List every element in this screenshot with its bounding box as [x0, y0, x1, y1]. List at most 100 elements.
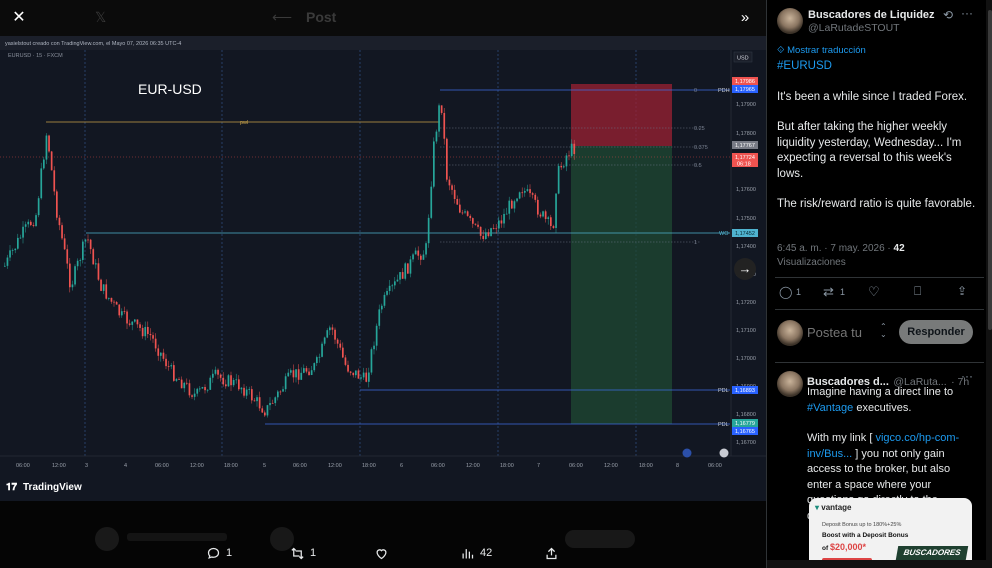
avatar[interactable] [777, 8, 803, 34]
candle-body [526, 189, 529, 191]
flag-icon[interactable] [719, 448, 729, 458]
candle-body [61, 225, 63, 239]
hashtag-link[interactable]: #EURUSD [777, 59, 977, 75]
reset-icon[interactable] [682, 448, 692, 458]
repost-icon[interactable]: ⇄ [823, 284, 834, 300]
candle-body [251, 389, 253, 401]
candle-body [79, 259, 82, 261]
candle-body [24, 224, 27, 227]
candle-body [157, 348, 160, 356]
price-tick-label: 1,17500 [736, 216, 756, 222]
price-tick-label: 1,17000 [736, 356, 756, 362]
candle-body [365, 372, 368, 382]
time-tick-label: 12:00 [466, 463, 480, 469]
candle-body [407, 263, 409, 274]
grok-refresh-icon[interactable]: ⟲ [943, 8, 953, 22]
reply-input[interactable] [807, 322, 877, 342]
share-icon[interactable]: ⇪ [957, 284, 967, 298]
candle-body [76, 260, 79, 267]
chart-svg: yasielstout creado con TradingView.com, … [0, 36, 766, 501]
share-action[interactable] [544, 540, 559, 566]
candle-body [555, 193, 557, 228]
candle-body [222, 377, 225, 385]
candle-body [565, 155, 568, 167]
more-options-icon[interactable]: ··· [961, 6, 973, 20]
heart-icon[interactable]: ♡ [868, 284, 880, 300]
candle-body [308, 371, 310, 376]
candle-body [430, 186, 433, 218]
candle-body [14, 248, 17, 251]
sidebar-reply-count: 1 [796, 287, 802, 297]
candle-body [266, 405, 269, 416]
candle-body [357, 370, 360, 379]
sidebar-scroll-thumb[interactable] [988, 10, 992, 330]
reply-avatar[interactable] [777, 371, 803, 397]
time-tick-label: 8 [676, 463, 679, 469]
reply-button[interactable]: Responder [899, 320, 973, 344]
price-tick-label: 1,16700 [736, 440, 756, 446]
arrow-right-icon[interactable]: → [734, 258, 756, 280]
candle-body [22, 226, 24, 238]
candle-body [490, 228, 492, 237]
vantage-ad-card[interactable]: ▾ vantage Deposit Bonus up to 180%+25% B… [809, 498, 972, 568]
candle-body [557, 165, 560, 194]
reply-more-options-icon[interactable]: ··· [961, 369, 973, 383]
candle-body [404, 263, 407, 279]
candle-body [544, 211, 547, 219]
horizontal-scrollbar[interactable] [767, 560, 986, 568]
candle-body [232, 379, 235, 386]
candle-body [217, 369, 219, 375]
views-count: 42 [480, 547, 493, 559]
candle-body [290, 370, 292, 373]
candle-body [167, 366, 170, 367]
candle-body [531, 193, 534, 195]
reply-icon[interactable]: ◯ [779, 285, 792, 299]
author-name[interactable]: Buscadores de Liquidez [808, 9, 935, 21]
candle-body [193, 393, 196, 397]
close-icon[interactable]: ✕ [8, 7, 30, 29]
bookmark-icon[interactable]: ⎕ [914, 284, 921, 299]
double-chevron-right-icon[interactable]: » [734, 7, 756, 29]
reply-hashtag-link[interactable]: #Vantage [807, 402, 853, 414]
candle-body [102, 284, 105, 291]
candle-body [318, 356, 321, 358]
candle-body [342, 347, 344, 358]
candle-body [50, 151, 53, 171]
candle-body [305, 368, 308, 372]
candle-body [269, 402, 271, 406]
tweet-meta: 6:45 a. m. · 7 may. 2026 · 42 Visualizac… [777, 242, 982, 270]
badge-red-mid: 1,17724 [735, 155, 755, 161]
candle-body [136, 319, 139, 325]
like-action[interactable] [374, 540, 389, 566]
candle-body [310, 370, 313, 376]
compose-avatar [777, 320, 803, 346]
tradingview-chart[interactable]: yasielstout creado con TradingView.com, … [0, 36, 766, 501]
candle-body [113, 301, 115, 303]
candle-body [128, 323, 131, 325]
app-root: ✕ 𝕏 ⟵ Post » yasielstout creado con Trad… [0, 0, 992, 568]
reply-action[interactable]: 1 [206, 540, 232, 566]
chart-header-text: yasielstout creado con TradingView.com, … [5, 41, 181, 47]
candle-body [568, 155, 570, 157]
views-action[interactable]: 42 [460, 540, 492, 566]
translate-link[interactable]: ⟐ Mostrar traducción [777, 45, 866, 56]
candle-body [362, 372, 365, 378]
candle-body [160, 352, 162, 356]
expand-compose-icon[interactable]: ⌃ ⌄ [880, 323, 887, 339]
reply-line-1: Imagine having a direct line to [807, 386, 954, 398]
pdl-label-2: PDL [718, 422, 729, 428]
tweet-timestamp[interactable]: 6:45 a. m. · 7 may. 2026 · [777, 243, 894, 254]
badge-cyan-wo: 1,17452 [735, 231, 755, 237]
candle-body [53, 170, 56, 192]
candle-body [537, 199, 539, 215]
candle-body [360, 377, 362, 379]
author-handle[interactable]: @LaRutadeSTOUT [808, 22, 900, 34]
candle-body [287, 372, 290, 377]
fib-1-label: 1 [694, 240, 697, 246]
candle-body [521, 192, 524, 194]
candle-body [485, 232, 487, 239]
candle-body [84, 239, 87, 242]
candle-body [453, 189, 456, 200]
candle-body [274, 397, 277, 404]
repost-action[interactable]: 1 [290, 540, 316, 566]
